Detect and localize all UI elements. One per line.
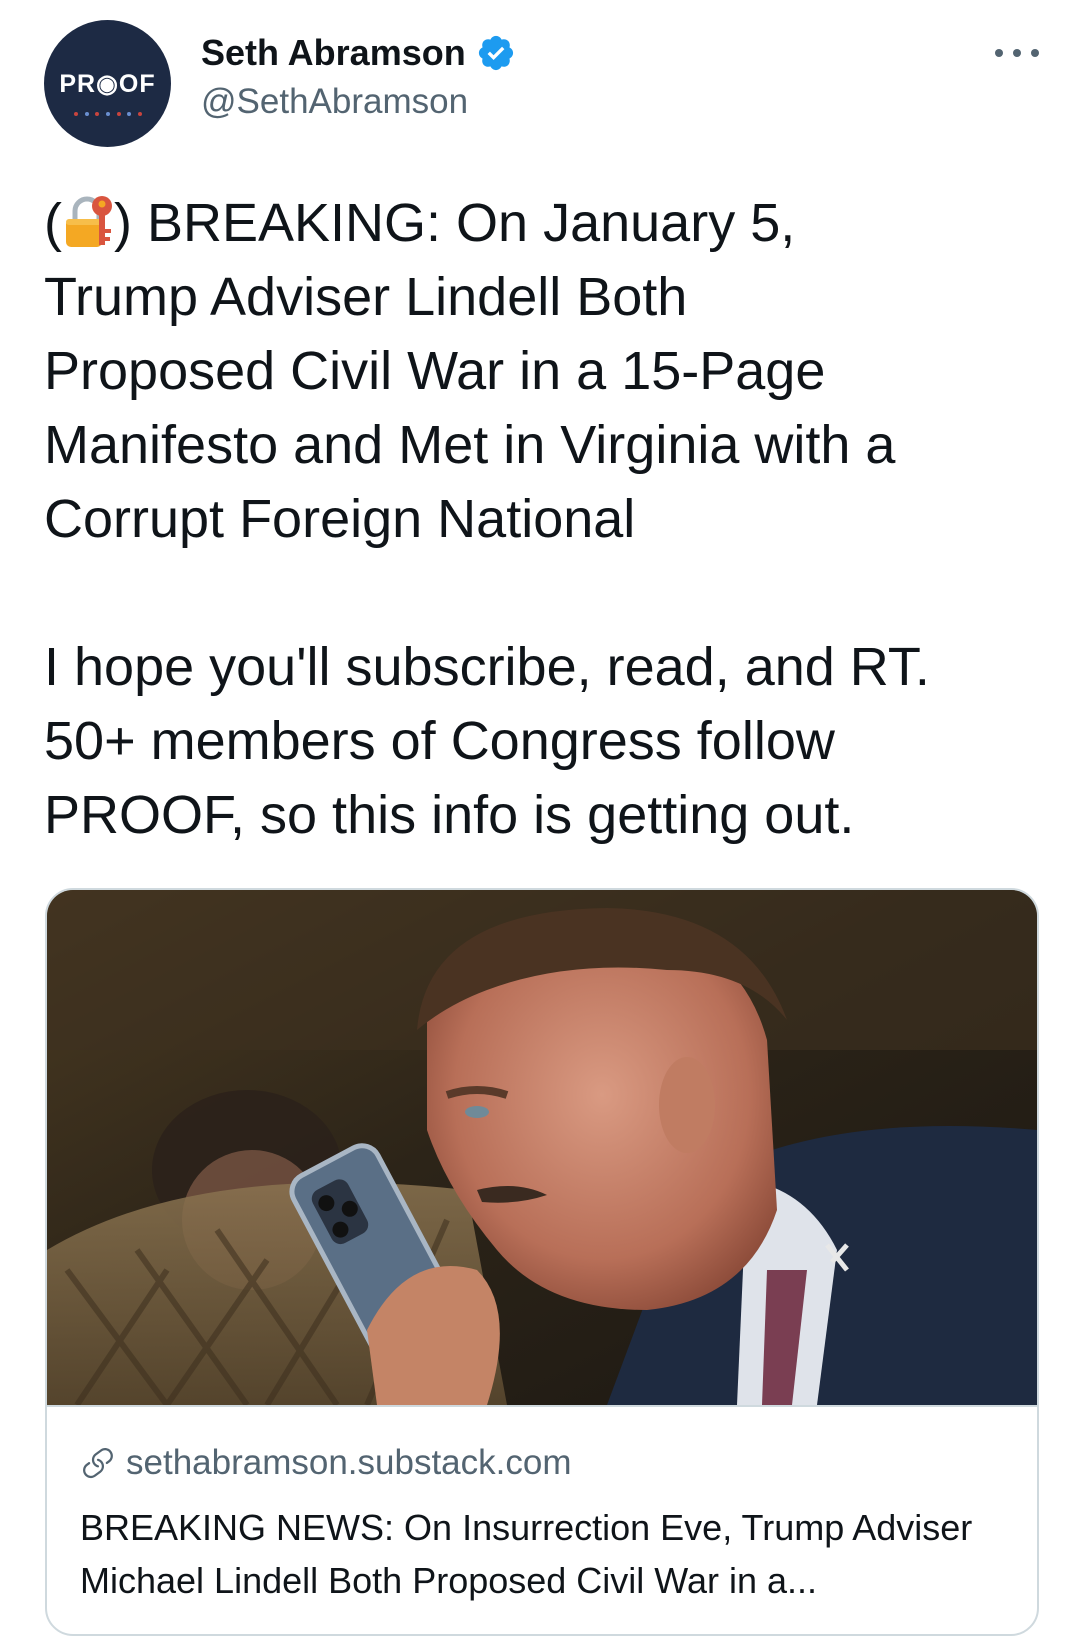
- tweet-text: ( ) BREAKING: On January 5, Trump Advise…: [44, 186, 1044, 852]
- author-display-name[interactable]: Seth Abramson: [201, 32, 466, 74]
- more-options-icon[interactable]: [995, 40, 1039, 66]
- verified-badge-icon: [478, 35, 513, 71]
- locked-with-key-icon: [65, 196, 112, 247]
- tweet-line: 50+ members of Congress follow: [44, 711, 835, 771]
- avatar-logo-text: PR◉OF: [59, 69, 156, 98]
- tweet-line: Corrupt Foreign National: [44, 489, 636, 549]
- tweet-line: Proposed Civil War in a 15-Page: [44, 341, 826, 401]
- tweet: PR◉OF Seth Abramson @SethAbramson ( ) BR…: [0, 0, 1080, 1651]
- card-footer[interactable]: sethabramson.substack.com BREAKING NEWS:…: [47, 1405, 1037, 1634]
- tweet-line: I hope you'll subscribe, read, and RT.: [44, 637, 930, 697]
- card-title[interactable]: BREAKING NEWS: On Insurrection Eve, Trum…: [80, 1501, 1010, 1607]
- avatar[interactable]: PR◉OF: [44, 20, 171, 147]
- tweet-line: ( ) BREAKING: On January 5,: [44, 193, 796, 253]
- card-title-line: Michael Lindell Both Proposed Civil War …: [80, 1560, 817, 1601]
- card-domain[interactable]: sethabramson.substack.com: [126, 1443, 571, 1483]
- tweet-line: PROOF, so this info is getting out.: [44, 785, 855, 845]
- avatar-dots-decoration: [74, 112, 142, 118]
- card-title-line: BREAKING NEWS: On Insurrection Eve, Trum…: [80, 1507, 973, 1548]
- author-name-row[interactable]: Seth Abramson: [201, 32, 516, 74]
- tweet-line: Trump Adviser Lindell Both: [44, 267, 688, 327]
- author-handle[interactable]: @SethAbramson: [201, 82, 468, 122]
- card-domain-row[interactable]: sethabramson.substack.com: [80, 1443, 571, 1483]
- link-icon: [83, 1448, 113, 1479]
- card-image[interactable]: [47, 890, 1037, 1405]
- link-preview-card[interactable]: sethabramson.substack.com BREAKING NEWS:…: [45, 888, 1039, 1636]
- tweet-line: Manifesto and Met in Virginia with a: [44, 415, 896, 475]
